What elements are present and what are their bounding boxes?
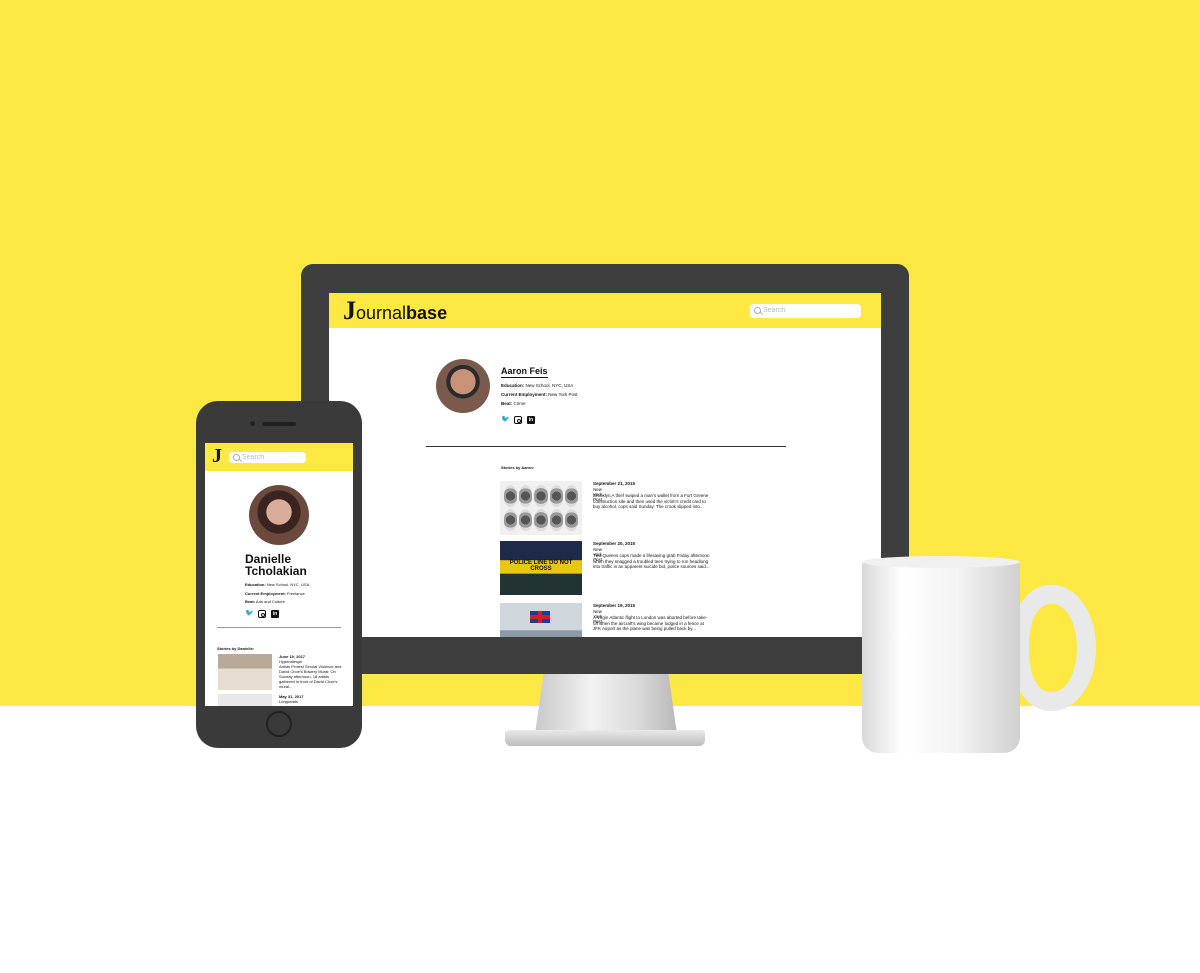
education-value: New School, NYC, USA: [525, 383, 574, 388]
instagram-icon[interactable]: [514, 416, 522, 424]
employment-value: Freelance: [287, 591, 305, 596]
profile-name: Danielle Tcholakian: [245, 552, 307, 578]
social-links: 🐦 in: [245, 610, 279, 618]
instagram-icon[interactable]: [258, 610, 266, 618]
story-excerpt: A Virgin Atlantic flight to London was a…: [593, 615, 708, 631]
beat-label: Beat:: [245, 599, 256, 604]
coffee-mug: [862, 561, 1020, 753]
mug-rim: [862, 556, 1020, 568]
desktop-header: Journalbase Search: [329, 293, 881, 328]
story-excerpt: Two Queens cops made a lifesaving grab F…: [593, 553, 710, 569]
beat-line: Beat: Crime: [501, 401, 526, 406]
beat-value: Arts and Culture: [255, 599, 285, 604]
beat-line: Beat: Arts and Culture: [245, 599, 285, 604]
mobile-screen: J Search Danielle Tcholakian Education: …: [205, 443, 353, 706]
story-date: September 21, 2015: [593, 481, 636, 486]
twitter-icon[interactable]: 🐦: [245, 610, 254, 618]
employment-line: Current Employment: New York Post: [501, 392, 578, 397]
journalbase-logo[interactable]: Journalbase: [343, 296, 448, 325]
newspaper-thumbnail[interactable]: [218, 694, 272, 706]
airplane-thumbnail[interactable]: [500, 603, 582, 637]
mug-handle: [1010, 585, 1096, 711]
avatar: [249, 485, 309, 545]
desktop-search-input[interactable]: Search: [750, 304, 861, 318]
search-icon: [754, 307, 761, 314]
education-value: New School, NYC, USA: [266, 582, 310, 587]
story-excerpt: Artists Protest Sexual Violence and Davi…: [279, 664, 342, 689]
social-links: 🐦 in: [501, 416, 535, 424]
protest-thumbnail[interactable]: [218, 654, 272, 690]
story-date: September 20, 2015: [593, 541, 636, 546]
story-publication: Longreads: [279, 699, 298, 704]
desktop-screen: Journalbase Search Aaron Feis Education:…: [329, 293, 881, 637]
education-label: Education:: [245, 582, 266, 587]
education-line: Education: New School, NYC, USA: [245, 582, 309, 587]
white-tabletop: [0, 706, 1200, 973]
twitter-icon[interactable]: 🐦: [501, 416, 510, 424]
logo-bold: base: [406, 303, 448, 323]
logo-j: J: [343, 296, 356, 325]
home-button[interactable]: [266, 711, 292, 737]
linkedin-icon[interactable]: in: [527, 416, 535, 424]
divider: [426, 446, 786, 447]
beat-label: Beat:: [501, 401, 513, 406]
search-icon: [233, 454, 240, 461]
profile-name: Aaron Feis: [501, 366, 548, 378]
employment-label: Current Employment:: [245, 591, 286, 596]
divider: [217, 627, 341, 628]
police-tape-thumbnail[interactable]: POLICE LINE DO NOT CROSS: [500, 541, 582, 595]
journalbase-logo[interactable]: J: [212, 445, 222, 468]
employment-label: Current Employment:: [501, 392, 548, 397]
union-jack-icon: [530, 611, 550, 623]
stories-label: Stories by Aaron:: [501, 465, 535, 470]
fingerprints-thumbnail[interactable]: [500, 481, 582, 535]
monitor-chin: [301, 636, 909, 674]
story-date: September 19, 2015: [593, 603, 636, 608]
employment-line: Current Employment: Freelance: [245, 591, 305, 596]
search-placeholder: Search: [242, 454, 265, 461]
search-placeholder: Search: [763, 307, 786, 314]
mobile-search-input[interactable]: Search: [229, 452, 306, 463]
mobile-header: J Search: [205, 443, 353, 471]
phone-speaker: [262, 422, 296, 426]
linkedin-icon[interactable]: in: [271, 610, 279, 618]
stories-label: Stories by Danielle:: [217, 646, 255, 651]
monitor-stand-base: [505, 730, 705, 746]
logo-thin: ournal: [356, 303, 407, 323]
education-line: Education: New School, NYC, USA: [501, 383, 573, 388]
camera-icon: [250, 421, 255, 426]
police-tape-text: POLICE LINE DO NOT CROSS: [509, 560, 573, 572]
employment-value: New York Post: [548, 392, 578, 397]
story-excerpt: Brooklyn A thief swiped a man's wallet f…: [593, 493, 709, 509]
beat-value: Crime: [513, 401, 526, 406]
education-label: Education:: [501, 383, 525, 388]
monitor-stand: [535, 674, 677, 734]
avatar: [436, 359, 490, 413]
